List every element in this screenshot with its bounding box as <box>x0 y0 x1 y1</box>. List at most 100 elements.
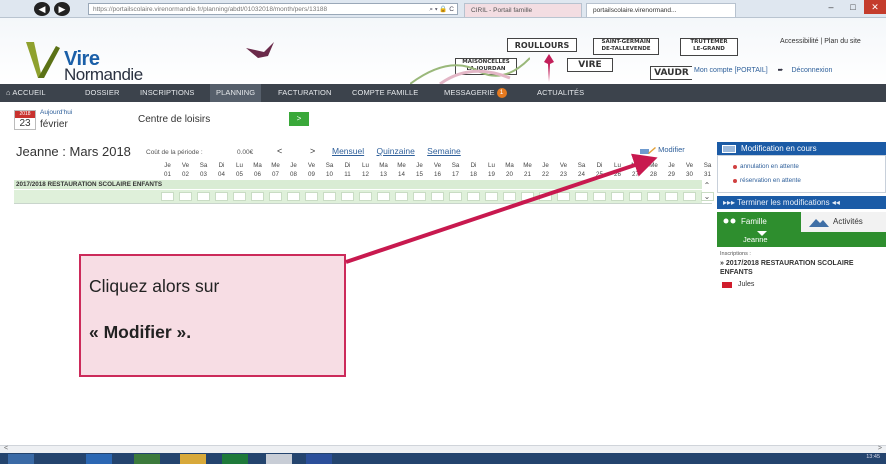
center-select-label[interactable]: Centre de loisirs <box>138 114 210 125</box>
start-icon[interactable] <box>8 454 34 464</box>
address-bar[interactable]: https://portailscolaire.virenormandie.fr… <box>88 3 458 15</box>
taskbar-folder-icon[interactable] <box>180 454 206 464</box>
day-cell[interactable] <box>197 192 210 201</box>
day-cell[interactable] <box>395 192 408 201</box>
taskbar-ie-icon[interactable] <box>86 454 112 464</box>
tab-activities[interactable]: Activités <box>801 212 886 232</box>
accessibility-link[interactable]: Accessibilité <box>780 38 819 45</box>
next-month-button[interactable]: > <box>310 146 315 156</box>
day-cell[interactable] <box>233 192 246 201</box>
nav-home[interactable]: ⌂ ACCUEIL <box>6 84 46 102</box>
browser-tab-ciril[interactable]: CIRIL - Portail famille <box>464 3 582 17</box>
date-header: 14 <box>398 171 405 178</box>
day-cell[interactable] <box>413 192 426 201</box>
inscription-item[interactable]: » 2017/2018 RESTAURATION SCOLAIRE ENFANT… <box>720 259 886 277</box>
day-header: Sa <box>703 162 712 169</box>
day-header: Ma <box>631 162 640 169</box>
top-links: Accessibilité | Plan du site <box>780 38 861 45</box>
date-header: 07 <box>272 171 279 178</box>
my-account-link[interactable]: Mon compte [PORTAIL] <box>694 67 768 74</box>
previous-month-button[interactable]: < <box>277 146 282 156</box>
day-cell[interactable] <box>683 192 696 201</box>
day-header: Lu <box>362 162 369 169</box>
day-cell[interactable] <box>215 192 228 201</box>
taskbar-window-icon[interactable] <box>266 454 292 464</box>
day-cell[interactable] <box>251 192 264 201</box>
date-header: 01 <box>164 171 171 178</box>
day-header: Me <box>523 162 532 169</box>
sitemap-link[interactable]: Plan du site <box>824 38 861 45</box>
view-weekly-link[interactable]: Semaine <box>427 146 461 156</box>
day-cell[interactable] <box>467 192 480 201</box>
day-cell[interactable] <box>269 192 282 201</box>
today-label[interactable]: Aujourd'hui <box>40 109 72 116</box>
date-header: 16 <box>434 171 441 178</box>
modification-panel-header: Modification en cours <box>717 142 886 155</box>
day-header: Ma <box>253 162 262 169</box>
minimize-icon[interactable]: – <box>820 0 842 14</box>
taskbar-excel-icon[interactable] <box>222 454 248 464</box>
day-cell[interactable] <box>341 192 354 201</box>
nav-messagerie[interactable]: MESSAGERIE 1 <box>444 84 507 102</box>
center-go-button[interactable]: > <box>289 112 309 126</box>
logout-icon[interactable]: ➨ <box>778 67 784 74</box>
day-cell[interactable] <box>611 192 624 201</box>
day-header: Sa <box>325 162 334 169</box>
taskbar-word-icon[interactable] <box>306 454 332 464</box>
finish-modifications-button[interactable]: ▸▸▸ Terminer les modifications ◂◂ <box>717 196 886 209</box>
today-month: février <box>40 119 68 130</box>
tab-family[interactable]: Famille <box>717 212 801 232</box>
nav-inscriptions[interactable]: INSCRIPTIONS <box>140 84 195 102</box>
day-cell[interactable] <box>431 192 444 201</box>
date-header: 27 <box>632 171 639 178</box>
address-controls-icon[interactable]: ⌕ ▾ 🔒 C <box>429 4 454 14</box>
member-jeanne[interactable]: Jeanne <box>717 231 886 247</box>
child-jules[interactable]: Jules <box>722 281 754 288</box>
back-arrow-icon[interactable]: ◀ <box>34 2 50 16</box>
day-cell[interactable] <box>629 192 642 201</box>
day-cell[interactable] <box>557 192 570 201</box>
browser-chrome: ◀ ▶ https://portailscolaire.virenormandi… <box>0 0 886 18</box>
horizontal-scrollbar[interactable]: < > <box>0 445 886 453</box>
day-cell[interactable] <box>593 192 606 201</box>
date-header: 06 <box>254 171 261 178</box>
nav-actualites[interactable]: ACTUALITÉS <box>537 84 584 102</box>
day-cell[interactable] <box>161 192 174 201</box>
nav-facturation[interactable]: FACTURATION <box>278 84 331 102</box>
day-cell[interactable] <box>359 192 372 201</box>
day-cell[interactable] <box>323 192 336 201</box>
grid-scroll-arrows-icon[interactable]: ⌃ ⌄ <box>702 180 712 204</box>
day-header: Di <box>596 162 603 169</box>
day-cell[interactable] <box>539 192 552 201</box>
main-nav: ⌂ ACCUEIL DOSSIER INSCRIPTIONS PLANNING … <box>0 84 886 102</box>
logout-link[interactable]: Déconnexion <box>792 67 833 74</box>
day-header: Ma <box>379 162 388 169</box>
modifier-button[interactable]: Modifier <box>640 145 685 155</box>
nav-compte-famille[interactable]: COMPTE FAMILLE <box>352 84 418 102</box>
day-cell[interactable] <box>449 192 462 201</box>
day-cell[interactable] <box>485 192 498 201</box>
view-fortnight-link[interactable]: Quinzaine <box>377 146 415 156</box>
day-cell[interactable] <box>575 192 588 201</box>
view-monthly-link[interactable]: Mensuel <box>332 146 364 156</box>
pin-icon <box>544 54 554 82</box>
nav-dossier[interactable]: DOSSIER <box>85 84 119 102</box>
browser-tab-portal[interactable]: portailscolaire.virenormand... <box>586 3 736 17</box>
planning-title: Jeanne : Mars 2018 <box>16 144 131 159</box>
day-cell[interactable] <box>665 192 678 201</box>
day-cell[interactable] <box>377 192 390 201</box>
day-cell[interactable] <box>305 192 318 201</box>
day-cell[interactable] <box>179 192 192 201</box>
day-header: Ve <box>181 162 190 169</box>
day-cell[interactable] <box>287 192 300 201</box>
bird-icon <box>246 42 274 58</box>
nav-planning[interactable]: PLANNING <box>210 84 262 102</box>
close-icon[interactable]: ✕ <box>864 0 886 14</box>
day-cell[interactable] <box>521 192 534 201</box>
day-cell[interactable] <box>647 192 660 201</box>
taskbar-chrome-icon[interactable] <box>134 454 160 464</box>
maximize-icon[interactable]: □ <box>842 0 864 14</box>
day-cell[interactable] <box>503 192 516 201</box>
date-header: 29 <box>668 171 675 178</box>
forward-arrow-icon[interactable]: ▶ <box>54 2 70 16</box>
